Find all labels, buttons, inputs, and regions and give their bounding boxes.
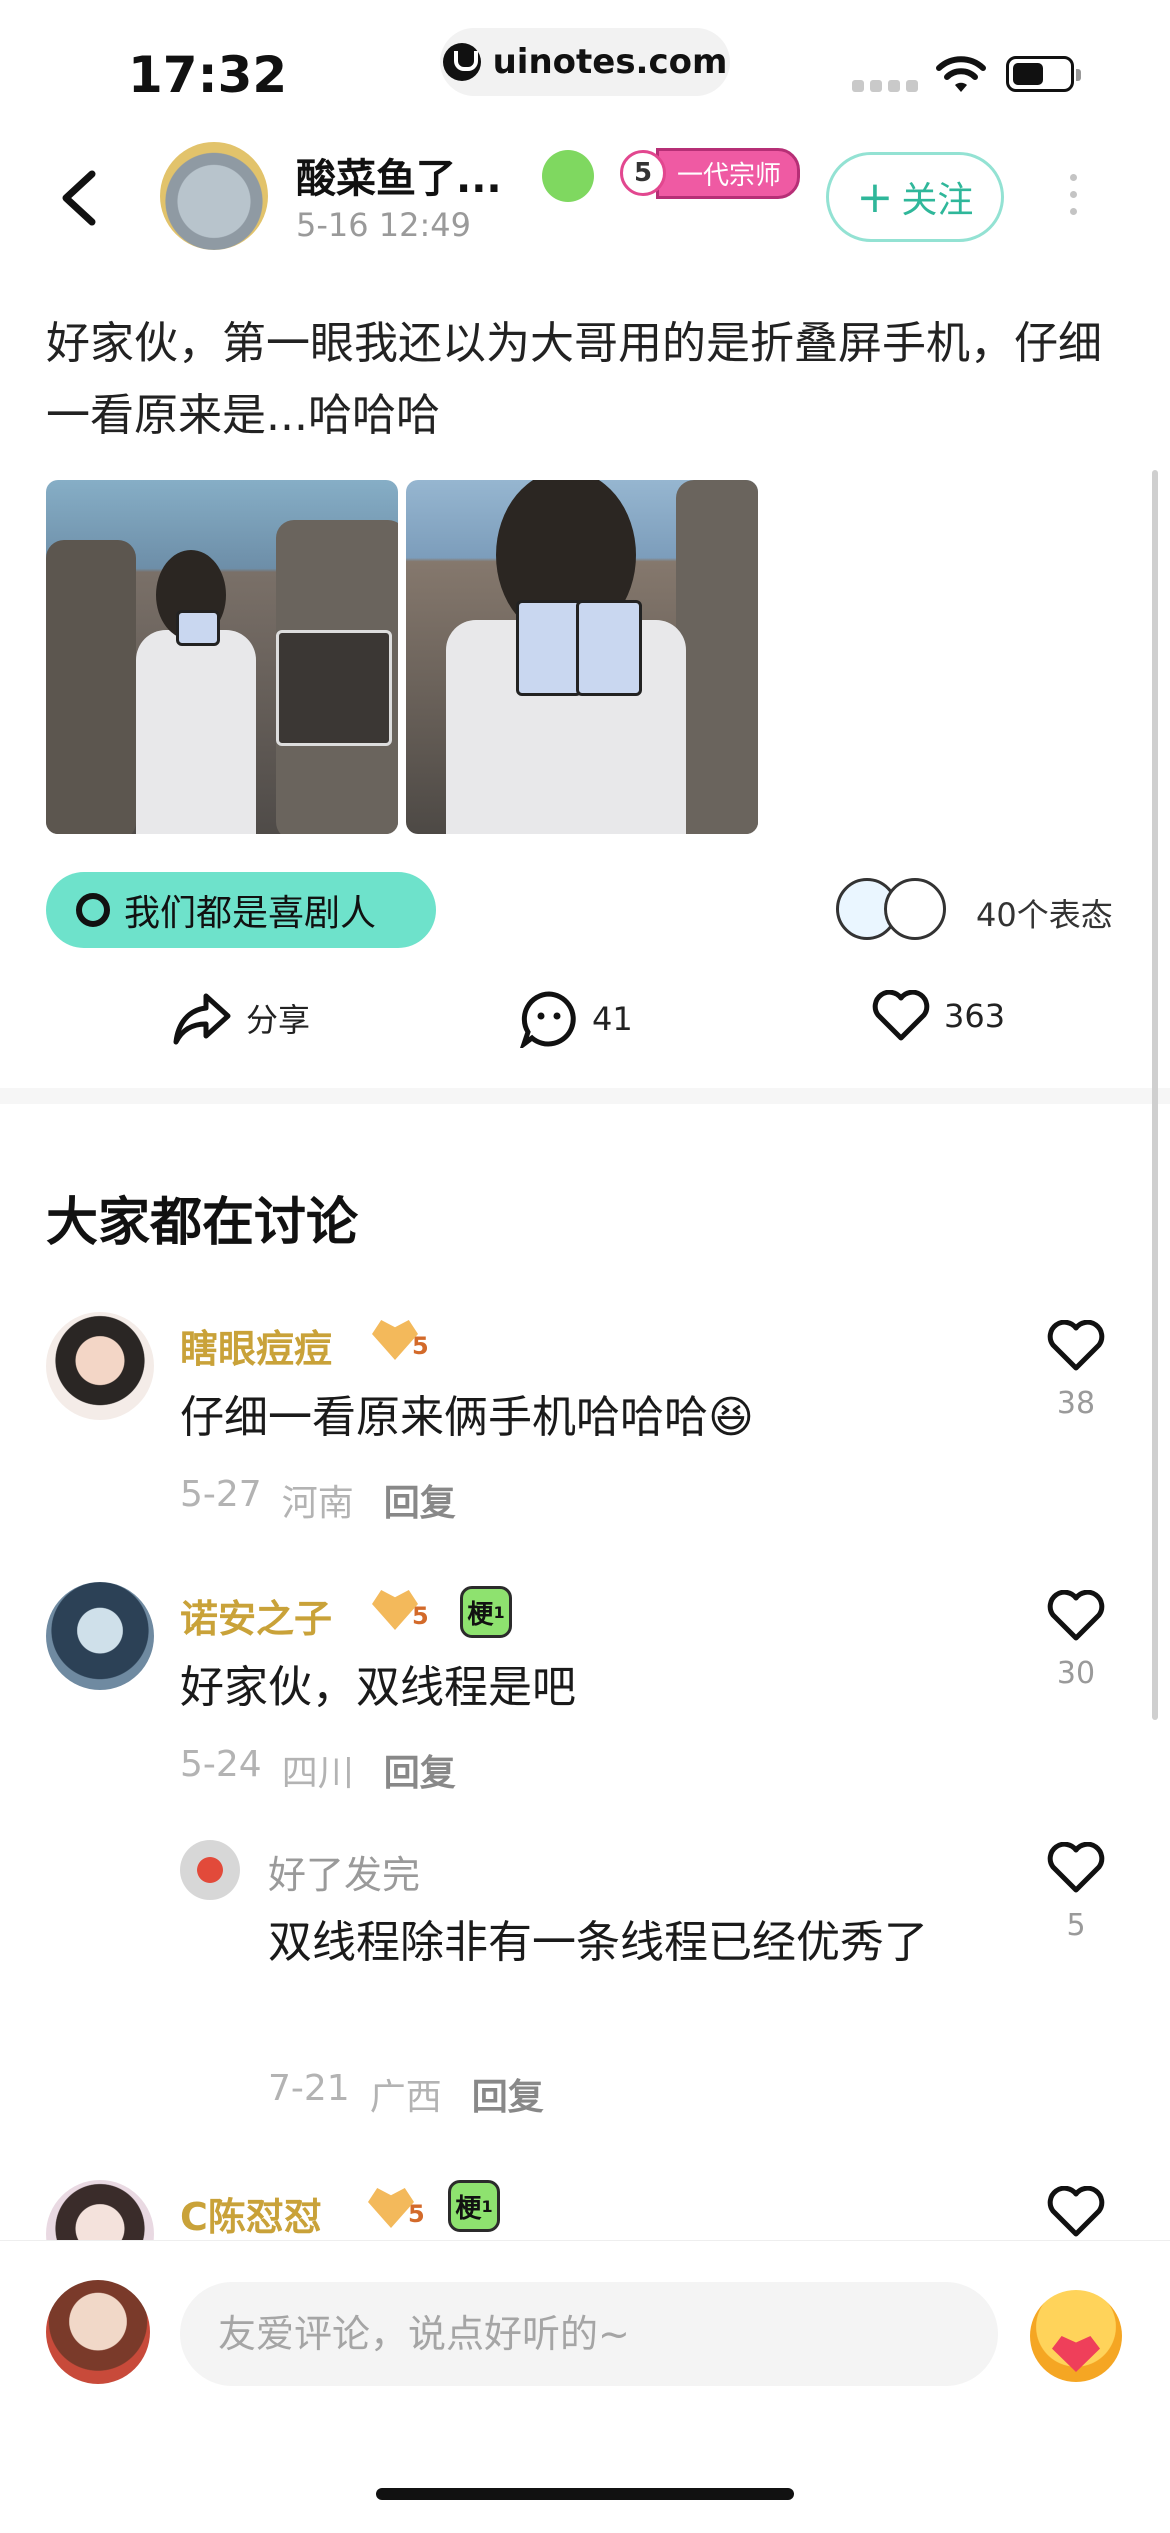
fan-level-badge: 5: [372, 1320, 429, 1360]
comment-meta: 5-24 四川 回复: [180, 1744, 456, 1796]
reactions-count[interactable]: 40个表态: [976, 890, 1113, 936]
topic-icon: [76, 893, 110, 927]
level-badge: 5 一代宗师: [620, 147, 801, 199]
commenter-avatar[interactable]: [46, 1312, 154, 1420]
heart-icon: [1047, 1589, 1105, 1641]
comment-icon: [520, 991, 576, 1048]
discussion-title: 大家都在讨论: [46, 1193, 359, 1253]
heart-icon: [1047, 1319, 1105, 1371]
my-avatar[interactable]: [46, 2280, 150, 2384]
reply-like-button[interactable]: 5: [1046, 1841, 1106, 1943]
topic-tag[interactable]: 我们都是喜剧人: [46, 872, 436, 948]
heart-icon: [872, 990, 930, 1041]
level-title: 一代宗师: [656, 147, 801, 199]
comment-text: 好家伙，双线程是吧: [180, 1662, 576, 1713]
share-icon: [173, 993, 231, 1045]
url-text: uinotes.com: [492, 42, 728, 82]
like-button[interactable]: 363: [872, 990, 1005, 1042]
comment-text: 仔细一看原来俩手机哈哈哈😆: [180, 1392, 754, 1443]
reply-location: 广西: [369, 2077, 442, 2118]
comment-like-button[interactable]: 30: [1046, 1589, 1106, 1691]
comment-location: 河南: [281, 1483, 354, 1524]
comment-count: 41: [592, 1000, 633, 1038]
comment-like-button[interactable]: 38: [1046, 1319, 1106, 1421]
heart-icon: [1047, 1841, 1105, 1893]
more-options-icon[interactable]: [1070, 174, 1077, 215]
back-icon[interactable]: [56, 168, 102, 228]
commenter-name[interactable]: 诺安之子: [180, 1588, 332, 1643]
post-text: 好家伙，第一眼我还以为大哥用的是折叠屏手机，仔细一看原来是...哈哈哈: [46, 318, 1102, 441]
dalmatian-icon: [884, 878, 946, 940]
emoji-hug-icon[interactable]: [1030, 2290, 1122, 2382]
cellular-signal-icon: [852, 80, 918, 92]
topic-label: 我们都是喜剧人: [124, 893, 377, 934]
reply-button[interactable]: 回复: [472, 2068, 544, 2120]
author-name[interactable]: 酸菜鱼了...: [296, 146, 502, 204]
reply-button[interactable]: 回复: [384, 1744, 456, 1796]
home-indicator[interactable]: [376, 2488, 794, 2500]
section-divider: [0, 1088, 1170, 1104]
reply-button[interactable]: 回复: [384, 1474, 456, 1526]
commenter-avatar[interactable]: [46, 1582, 154, 1690]
commenter-name[interactable]: 瞎眼痘痘: [180, 1318, 332, 1373]
plus-icon: +: [856, 171, 894, 223]
comment-button[interactable]: 41: [520, 990, 633, 1048]
share-label: 分享: [246, 1001, 311, 1039]
comment-meta: 5-27 河南 回复: [180, 1474, 456, 1526]
follow-button[interactable]: + 关注: [826, 152, 1004, 242]
replier-name[interactable]: 好了发完: [268, 1844, 420, 1899]
url-bar[interactable]: uinotes.com: [440, 28, 730, 96]
share-button[interactable]: 分享: [172, 990, 310, 1046]
post-time: 5-16 12:49: [296, 206, 472, 244]
scrollbar[interactable]: [1152, 470, 1158, 1720]
avatar-badge-icon: [542, 150, 594, 202]
fan-level-badge: 5: [368, 2188, 425, 2228]
battery-icon: [1006, 56, 1081, 92]
site-icon: [442, 43, 481, 81]
post-image-2[interactable]: [406, 480, 758, 834]
post-image-1[interactable]: [46, 480, 398, 834]
reply-like-count: 5: [1066, 1908, 1086, 1943]
comment-like-count: 30: [1056, 1656, 1096, 1691]
commenter-name[interactable]: C陈怼怼: [180, 2186, 322, 2241]
comment-input[interactable]: [180, 2282, 998, 2386]
comment-like-count: 38: [1056, 1386, 1096, 1421]
meme-badge: 梗1: [448, 2180, 500, 2232]
like-count: 363: [944, 997, 1006, 1035]
wifi-icon: [936, 56, 986, 92]
replier-avatar[interactable]: [180, 1840, 240, 1900]
heart-icon: [1047, 2185, 1105, 2237]
comment-date: 5-27: [180, 1474, 262, 1515]
comment-like-button[interactable]: [1046, 2185, 1106, 2242]
reaction-emojis[interactable]: [836, 878, 946, 940]
fan-level-badge: 5: [372, 1590, 429, 1630]
reply-meta: 7-21 广西 回复: [268, 2068, 544, 2120]
level-number: 5: [620, 150, 666, 196]
meme-badge: 梗1: [460, 1586, 512, 1638]
follow-label: 关注: [901, 180, 974, 221]
reply-date: 7-21: [268, 2068, 350, 2109]
author-avatar[interactable]: [160, 142, 268, 250]
comment-location: 四川: [281, 1753, 354, 1794]
comment-date: 5-24: [180, 1744, 262, 1785]
status-time: 17:32: [128, 46, 288, 104]
reply-text: 双线程除非有一条线程已经优秀了: [268, 1917, 928, 1968]
